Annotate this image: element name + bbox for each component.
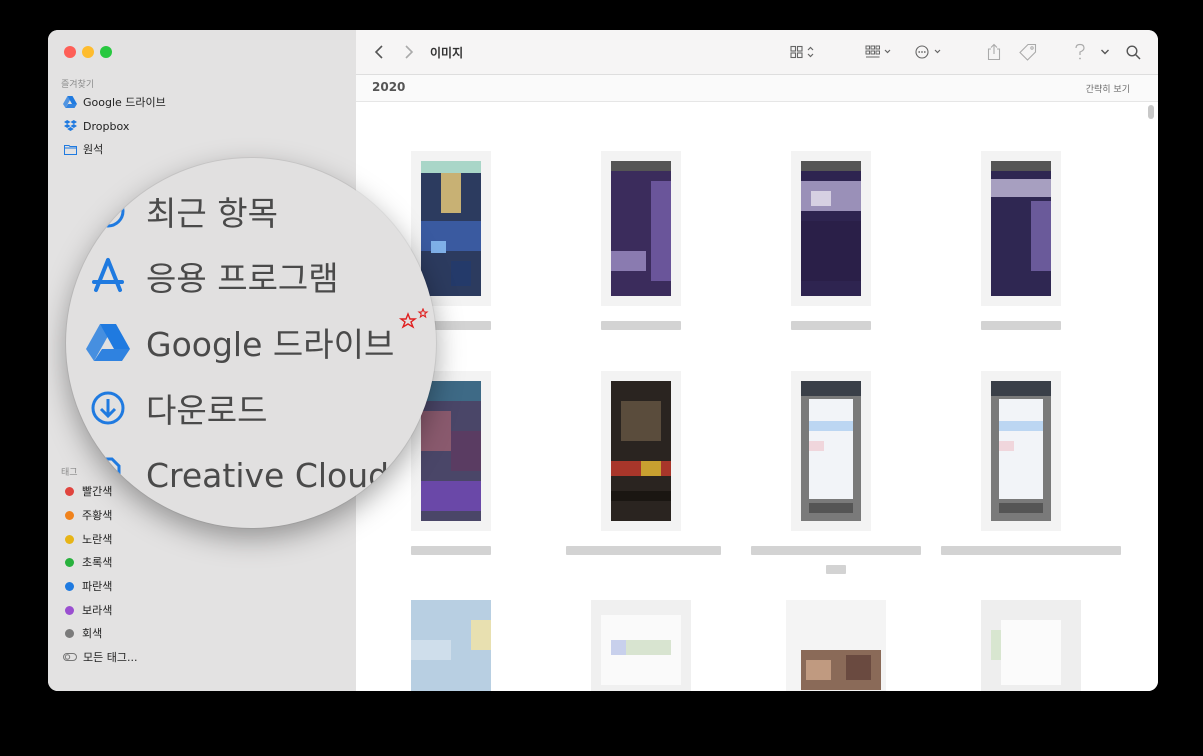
file-thumbnail[interactable] [591, 600, 691, 691]
view-mode-button[interactable] [788, 42, 820, 62]
applications-icon [86, 254, 130, 298]
dropbox-icon [62, 118, 78, 134]
sidebar-tag-blue[interactable]: 파란색 [62, 576, 112, 596]
sidebar-tag-gray[interactable]: 회색 [62, 623, 102, 643]
magnified-item-label: 최근 항목 [146, 194, 278, 233]
sidebar-item-dropbox[interactable]: Dropbox [62, 116, 129, 136]
magnified-item-label: 응용 프로그램 [146, 259, 339, 298]
tag-color-dot [65, 628, 74, 638]
forward-button[interactable] [400, 42, 418, 62]
file-thumbnail[interactable] [411, 600, 491, 691]
sidebar-tag-label: 노란색 [82, 533, 113, 546]
file-thumbnail[interactable] [981, 600, 1081, 691]
tag-color-dot [65, 486, 74, 496]
file-thumbnail[interactable] [601, 151, 681, 306]
share-icon [987, 43, 1001, 61]
file-name-placeholder [601, 321, 681, 330]
file-name-placeholder [826, 565, 846, 574]
magnified-item-google-drive: Google 드라이브 [86, 308, 436, 367]
sidebar-tag-purple[interactable]: 보라색 [62, 600, 112, 620]
finder-window: 즐겨찾기 Google 드라이브 Dropbox 원석 태그 빨간색 주황색 노… [48, 30, 1158, 691]
search-button[interactable] [1124, 42, 1142, 62]
document-icon [86, 453, 130, 497]
file-name-placeholder [566, 546, 721, 555]
favorites-section-title: 즐겨찾기 [61, 80, 95, 90]
forward-icon [404, 45, 414, 59]
sidebar-item-wonseok[interactable]: 원석 [62, 139, 103, 159]
tag-color-dot [65, 557, 74, 567]
sparkle-stars-icon [398, 308, 432, 332]
file-thumbnail[interactable] [791, 371, 871, 531]
help-button[interactable] [1072, 42, 1088, 62]
sidebar-all-tags[interactable]: 모든 태그... [62, 647, 137, 667]
folder-icon [62, 141, 78, 157]
sidebar-tag-label: 주황색 [82, 509, 113, 522]
downloads-icon [86, 386, 130, 430]
minimize-window-button[interactable] [82, 46, 94, 58]
toolbar: 이미지 [356, 30, 1158, 75]
window-title: 이미지 [430, 46, 464, 60]
sidebar-tag-label: 모든 태그... [83, 651, 138, 664]
file-grid-area: 2020 간략히 보기 [356, 75, 1158, 691]
group-button[interactable] [864, 42, 896, 62]
file-name-placeholder [791, 321, 871, 330]
file-thumbnail[interactable] [786, 600, 886, 691]
magnified-item-creative-cloud: Creative Cloud Fil [86, 450, 435, 500]
sidebar-tag-label: 회색 [82, 627, 103, 640]
magnified-item-recents: 최근 항목 [86, 186, 278, 236]
magnified-item-label: 다운로드 [146, 391, 268, 430]
tags-section-title: 태그 [61, 468, 78, 478]
tag-color-dot [65, 581, 74, 591]
zoom-window-button[interactable] [100, 46, 112, 58]
back-icon [374, 45, 384, 59]
sidebar-magnifier: 최근 항목 응용 프로그램 Google 드라이브 다운로드 Creative … [66, 158, 436, 528]
tag-color-dot [65, 510, 74, 520]
file-name-placeholder [411, 546, 491, 555]
tag-icon [1019, 43, 1037, 61]
sidebar-item-label: 원석 [83, 143, 104, 156]
file-thumbnail[interactable] [791, 151, 871, 306]
file-name-placeholder [981, 321, 1061, 330]
close-window-button[interactable] [64, 46, 76, 58]
sidebar-item-label: Google 드라이브 [83, 96, 166, 109]
back-button[interactable] [370, 42, 388, 62]
group-title: 2020 [372, 80, 406, 94]
sidebar-tag-label: 초록색 [82, 556, 113, 569]
toolbar-overflow-button[interactable] [1098, 42, 1112, 62]
google-drive-icon [62, 94, 78, 110]
file-name-placeholder [751, 546, 921, 555]
group-icon [865, 45, 895, 59]
file-thumbnail[interactable] [981, 371, 1061, 531]
sidebar-tag-orange[interactable]: 주황색 [62, 505, 112, 525]
recents-icon [86, 189, 130, 233]
all-tags-icon [62, 649, 78, 665]
group-header: 2020 간략히 보기 [356, 75, 1158, 102]
sidebar-item-google-drive[interactable]: Google 드라이브 [62, 92, 166, 112]
magnified-item-downloads: 다운로드 [86, 383, 267, 433]
tag-button[interactable] [1016, 42, 1040, 62]
sidebar-tag-label: 보라색 [82, 604, 113, 617]
tag-color-dot [65, 605, 74, 615]
share-button[interactable] [984, 42, 1004, 62]
more-actions-button[interactable] [914, 42, 946, 62]
sidebar-tag-green[interactable]: 초록색 [62, 552, 112, 572]
magnified-item-label: Creative Cloud Fil [146, 455, 435, 495]
sidebar-tag-label: 파란색 [82, 580, 113, 593]
file-thumbnail[interactable] [601, 371, 681, 531]
magnified-item-applications: 응용 프로그램 [86, 251, 339, 301]
file-thumbnail[interactable] [981, 151, 1061, 306]
google-drive-icon [86, 320, 130, 364]
show-less-button[interactable]: 간략히 보기 [1086, 82, 1130, 95]
magnified-item-label: Google 드라이브 [146, 325, 395, 364]
sidebar-tag-yellow[interactable]: 노란색 [62, 529, 112, 549]
chevron-down-icon [1100, 48, 1110, 56]
file-name-placeholder [941, 546, 1121, 555]
search-icon [1125, 44, 1141, 60]
help-icon [1074, 43, 1086, 61]
more-actions-icon [915, 45, 945, 59]
scrollbar[interactable] [1148, 105, 1154, 119]
tag-color-dot [65, 534, 74, 544]
sidebar-item-label: Dropbox [83, 119, 130, 133]
icon-view-icon [790, 45, 818, 59]
